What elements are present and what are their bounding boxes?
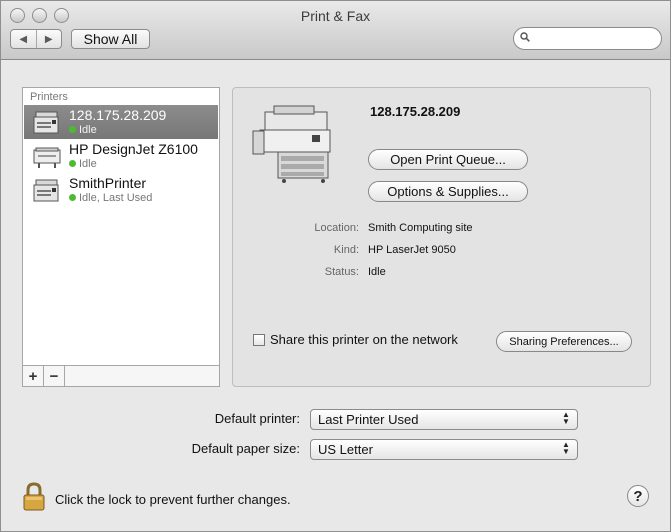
printer-item-128-175-28-209[interactable]: 128.175.28.209 Idle xyxy=(24,105,218,139)
status-indicator-icon xyxy=(69,126,76,133)
printer-status: Idle, Last Used xyxy=(79,192,153,204)
forward-button[interactable]: ▶ xyxy=(37,30,62,48)
popup-arrows-icon: ▲ ▼ xyxy=(562,410,570,426)
status-indicator-icon xyxy=(69,160,76,167)
share-printer-label: Share this printer on the network xyxy=(270,332,458,347)
large-printer-icon xyxy=(252,105,331,183)
open-print-queue-button[interactable]: Open Print Queue... xyxy=(368,149,528,170)
printer-icon xyxy=(33,179,59,202)
default-printer-label: Default printer: xyxy=(214,411,300,426)
status-row: Status: Idle xyxy=(233,266,651,282)
print-fax-window: Print & Fax ◀ ▶ Show All Printers 128.17… xyxy=(0,0,671,532)
printer-name: SmithPrinter xyxy=(69,175,147,191)
printers-list-footer: + − xyxy=(23,365,219,386)
status-indicator-icon xyxy=(69,194,76,201)
printers-list: Printers 128.175.28.209 Idle HP DesignJe xyxy=(22,87,220,387)
location-row: Location: Smith Computing site xyxy=(233,222,651,238)
search-field[interactable] xyxy=(513,27,662,50)
remove-printer-button[interactable]: − xyxy=(44,366,65,386)
default-paper-size-value: US Letter xyxy=(318,442,373,457)
status-label: Status: xyxy=(324,266,359,278)
printer-status: Idle xyxy=(79,124,97,136)
help-button[interactable]: ? xyxy=(627,485,649,507)
default-paper-size-select[interactable]: US Letter ▲ ▼ xyxy=(310,439,578,460)
printer-status: Idle xyxy=(79,158,97,170)
search-input[interactable] xyxy=(538,30,657,48)
default-printer-value: Last Printer Used xyxy=(318,412,419,427)
printers-header: Printers xyxy=(30,91,68,103)
printer-item-hp-designjet-z6100[interactable]: HP DesignJet Z6100 Idle xyxy=(24,139,218,173)
printer-name: 128.175.28.209 xyxy=(69,107,167,123)
printer-detail-panel: 128.175.28.209 Open Print Queue... Optio… xyxy=(232,87,651,387)
lock-icon[interactable] xyxy=(21,482,47,512)
search-icon xyxy=(520,32,530,42)
window-title: Print & Fax xyxy=(300,8,371,24)
back-arrow-icon: ◀ xyxy=(19,33,28,45)
printer-icon xyxy=(33,111,59,134)
status-value: Idle xyxy=(368,266,386,278)
popup-arrows-icon: ▲ ▼ xyxy=(562,440,570,456)
navigation-buttons: ◀ ▶ xyxy=(10,29,62,49)
toolbar: Print & Fax ◀ ▶ Show All xyxy=(1,1,670,60)
printer-name: HP DesignJet Z6100 xyxy=(69,141,198,157)
printer-item-smithprinter[interactable]: SmithPrinter Idle, Last Used xyxy=(24,173,218,207)
default-paper-size-label: Default paper size: xyxy=(191,441,300,456)
sharing-preferences-button[interactable]: Sharing Preferences... xyxy=(496,331,632,352)
default-printer-select[interactable]: Last Printer Used ▲ ▼ xyxy=(310,409,578,430)
lock-message: Click the lock to prevent further change… xyxy=(55,492,291,507)
show-all-button[interactable]: Show All xyxy=(71,29,150,49)
location-value: Smith Computing site xyxy=(368,222,473,234)
printer-icon xyxy=(33,147,61,168)
add-printer-button[interactable]: + xyxy=(23,366,44,386)
location-label: Location: xyxy=(314,222,359,234)
kind-label: Kind: xyxy=(333,244,359,256)
kind-value: HP LaserJet 9050 xyxy=(368,244,456,256)
selected-printer-name: 128.175.28.209 xyxy=(370,104,461,119)
forward-arrow-icon: ▶ xyxy=(44,33,53,45)
share-printer-checkbox[interactable] xyxy=(253,334,265,346)
kind-row: Kind: HP LaserJet 9050 xyxy=(233,244,651,260)
options-supplies-button[interactable]: Options & Supplies... xyxy=(368,181,528,202)
back-button[interactable]: ◀ xyxy=(11,30,37,48)
